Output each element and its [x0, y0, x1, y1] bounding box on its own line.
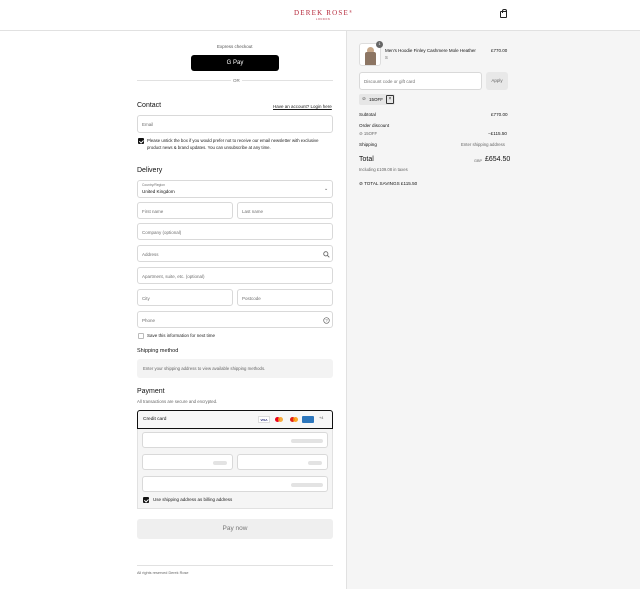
- remove-discount-icon[interactable]: ×: [386, 95, 394, 104]
- country-value: United Kingdom: [142, 189, 175, 194]
- last-name-placeholder: Last name: [242, 209, 264, 214]
- tag-icon: ⊘: [359, 181, 363, 186]
- phone-field[interactable]: Phone ?: [137, 311, 333, 328]
- card-details-panel: Use shipping address as billing address: [137, 429, 333, 509]
- maestro-icon: [288, 416, 300, 423]
- order-discount-value: −£115.50: [488, 131, 507, 136]
- country-label: Country/Region: [142, 183, 165, 187]
- discount-tag: ⊘ 15OFF ×: [359, 94, 395, 105]
- subtotal-value: £770.00: [491, 112, 508, 117]
- save-info-label: Save this information for next time: [147, 333, 216, 338]
- svg-text:?: ?: [325, 318, 328, 323]
- shipping-value: Enter shipping address: [461, 142, 505, 147]
- phone-placeholder: Phone: [142, 318, 156, 323]
- product-price: £770.00: [491, 48, 508, 53]
- delivery-title: Delivery: [137, 167, 163, 174]
- email-field[interactable]: Email: [137, 115, 333, 133]
- tag-icon: ⊘: [362, 96, 366, 101]
- total-savings: ⊘ TOTAL SAVINGS £115.50: [359, 181, 417, 187]
- billing-same-checkbox[interactable]: [143, 497, 149, 503]
- login-link[interactable]: Have an account? Login here: [273, 104, 332, 109]
- credit-card-label: Credit card: [143, 417, 167, 422]
- search-icon: [323, 251, 330, 258]
- pay-now-button[interactable]: Pay now: [137, 519, 333, 539]
- country-select[interactable]: Country/Region United Kingdom ⌄: [137, 180, 333, 198]
- subtotal-label: Subtotal: [359, 112, 376, 117]
- footer-divider: [137, 565, 333, 566]
- brand-sub: LONDON: [316, 18, 331, 21]
- help-circle-icon[interactable]: ?: [323, 317, 330, 324]
- contact-title: Contact: [137, 102, 162, 109]
- express-checkout-title: Express checkout: [217, 44, 253, 49]
- credit-card-option[interactable]: Credit card VISA +4: [137, 410, 333, 429]
- billing-same-label: Use shipping address as billing address: [153, 497, 233, 502]
- postcode-placeholder: Postcode: [242, 296, 261, 301]
- visa-icon: VISA: [258, 416, 270, 423]
- email-placeholder: Email: [142, 122, 154, 127]
- save-info-checkbox[interactable]: [138, 333, 144, 339]
- address-placeholder: Address: [142, 252, 159, 257]
- brand-mark: ®: [348, 9, 354, 14]
- footer-rights: All rights reserved Derek Rose: [137, 571, 189, 575]
- last-name-field[interactable]: Last name: [237, 202, 333, 219]
- tag-icon: ⊘: [359, 131, 363, 136]
- cart-bag-icon[interactable]: [500, 9, 507, 18]
- newsletter-checkbox[interactable]: [138, 138, 144, 144]
- first-name-placeholder: First name: [142, 209, 164, 214]
- currency-code: GBP: [474, 159, 483, 163]
- payment-subtitle: All transactions are secure and encrypte…: [137, 399, 218, 404]
- mastercard-icon: [273, 416, 285, 423]
- payment-title: Payment: [137, 388, 165, 395]
- amex-icon: [302, 416, 314, 423]
- chevron-down-icon: ⌄: [324, 186, 329, 192]
- total-savings-label: TOTAL SAVINGS: [364, 181, 400, 186]
- shipping-method-note: Enter your shipping address to view avai…: [143, 366, 266, 371]
- company-placeholder: Company (optional): [142, 230, 182, 235]
- name-on-card-field[interactable]: [142, 476, 328, 492]
- postcode-field[interactable]: Postcode: [237, 289, 333, 306]
- total-savings-value: £115.50: [400, 181, 418, 186]
- security-code-field[interactable]: [237, 454, 328, 470]
- order-discount-code-row: ⊘ 15OFF: [359, 131, 377, 137]
- company-field[interactable]: Company (optional): [137, 223, 333, 240]
- apartment-field[interactable]: Apartment, suite, etc. (optional): [137, 267, 333, 284]
- shipping-method-notice: Enter your shipping address to view avai…: [137, 359, 333, 378]
- city-placeholder: City: [142, 296, 150, 301]
- first-name-field[interactable]: First name: [137, 202, 233, 219]
- shipping-label: Shipping: [359, 142, 377, 147]
- card-number-field[interactable]: [142, 432, 328, 448]
- city-field[interactable]: City: [137, 289, 233, 306]
- discount-placeholder: Discount code or gift card: [364, 79, 416, 84]
- or-separator: OR: [231, 78, 242, 83]
- address-field[interactable]: Address: [137, 245, 333, 262]
- discount-code-input[interactable]: Discount code or gift card: [359, 72, 482, 90]
- expiry-field[interactable]: [142, 454, 233, 470]
- newsletter-text: Please untick the box if you would prefe…: [147, 138, 319, 150]
- brand-logo[interactable]: DEREK ROSE®: [294, 9, 353, 17]
- brand-name: DEREK ROSE: [294, 9, 349, 17]
- apply-button[interactable]: Apply: [486, 72, 508, 90]
- header: DEREK ROSE® LONDON: [0, 0, 640, 31]
- shipping-method-title: Shipping method: [137, 348, 179, 354]
- product-name: Men's Hoodie Finley Cashmere Mole Heathe…: [385, 48, 476, 53]
- taxes-note: Including £109.08 in taxes: [359, 167, 408, 172]
- total-label: Total: [359, 156, 374, 163]
- total-value: £654.50: [485, 156, 511, 163]
- apartment-placeholder: Apartment, suite, etc. (optional): [142, 274, 205, 279]
- order-discount-label: Order discount: [359, 123, 390, 128]
- product-size: S: [385, 55, 388, 60]
- quantity-badge: 1: [376, 41, 383, 48]
- discount-tag-code: 15OFF: [369, 97, 384, 102]
- more-cards-count: +4: [319, 416, 324, 420]
- google-pay-button[interactable]: G Pay: [191, 55, 279, 71]
- order-discount-code: 15OFF: [363, 131, 378, 136]
